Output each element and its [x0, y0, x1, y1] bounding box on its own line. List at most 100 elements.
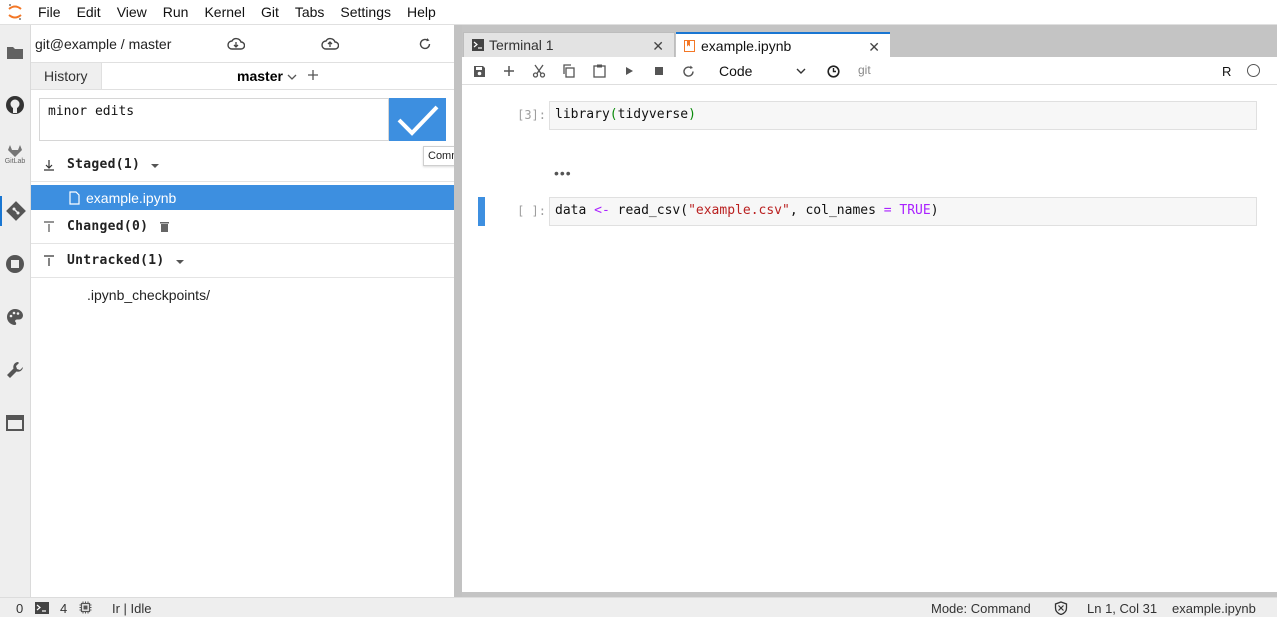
status-bar: 0 4 Ir | Idle Mode: Command Ln 1, Col 31…: [0, 597, 1277, 617]
repo-label[interactable]: git@example / master: [35, 36, 171, 52]
notebook-toolbar: Code git R: [462, 57, 1277, 85]
staged-label: Staged(1): [67, 157, 141, 172]
folder-icon[interactable]: [0, 37, 30, 67]
close-icon[interactable]: ✕: [868, 39, 880, 56]
commit-message-input[interactable]: minor edits: [39, 98, 389, 141]
panel-splitter[interactable]: [454, 25, 462, 597]
jupyter-logo-icon: [0, 0, 30, 25]
code-token: library: [555, 107, 610, 122]
changed-label: Changed(0): [67, 219, 149, 234]
kernel-status-icon: [1247, 64, 1260, 77]
menu-run[interactable]: Run: [155, 0, 197, 25]
new-branch-icon[interactable]: [307, 68, 319, 84]
chevron-down-icon[interactable]: [796, 63, 806, 78]
trusted-shield-icon[interactable]: [1054, 601, 1068, 618]
mode-indicator[interactable]: Mode: Command: [931, 601, 1031, 616]
staged-section-header[interactable]: Staged(1): [31, 148, 454, 182]
git-icon[interactable]: [0, 196, 30, 226]
github-icon[interactable]: [0, 90, 30, 120]
caret-down-icon[interactable]: [175, 257, 185, 265]
staged-file-row[interactable]: example.ipynb: [31, 185, 454, 210]
cursor-position[interactable]: Ln 1, Col 31: [1087, 601, 1157, 616]
branch-selector[interactable]: master: [102, 63, 454, 89]
git-diff-button[interactable]: git: [858, 63, 871, 77]
git-panel: git@example / master History master mino…: [31, 25, 471, 597]
add-cell-icon[interactable]: [500, 62, 518, 80]
code-token: ): [930, 203, 939, 218]
untracked-file-row[interactable]: .ipynb_checkpoints/: [87, 287, 210, 303]
changed-icon: [31, 220, 67, 233]
staged-icon: [31, 159, 67, 171]
status-count-a[interactable]: 0: [16, 601, 23, 616]
tab-terminal[interactable]: Terminal 1 ✕: [463, 32, 675, 57]
staged-file-name: example.ipynb: [86, 189, 177, 206]
wrench-icon[interactable]: [0, 355, 30, 385]
code-token: ): [688, 107, 696, 122]
gitlab-icon[interactable]: GitLab: [0, 140, 30, 170]
tab-terminal-label: Terminal 1: [489, 37, 554, 53]
cpu-icon[interactable]: [79, 601, 92, 617]
activity-bar: GitLab: [0, 25, 31, 597]
tabs-icon[interactable]: [0, 408, 30, 438]
menu-file[interactable]: File: [30, 0, 69, 25]
copy-icon[interactable]: [559, 62, 577, 80]
run-icon[interactable]: [620, 62, 638, 80]
status-count-b[interactable]: 4: [60, 601, 67, 616]
gitlab-label: GitLab: [4, 158, 26, 165]
menu-edit[interactable]: Edit: [69, 0, 109, 25]
cut-icon[interactable]: [530, 62, 548, 80]
code-cell-input[interactable]: library(tidyverse): [549, 101, 1257, 130]
kernel-status-text[interactable]: Ir | Idle: [112, 601, 152, 616]
paste-icon[interactable]: [590, 62, 608, 80]
status-file-name: example.ipynb: [1172, 601, 1256, 616]
changed-section-header[interactable]: Changed(0): [31, 210, 454, 244]
close-icon[interactable]: ✕: [652, 38, 664, 55]
collapsed-output[interactable]: •••: [554, 165, 572, 181]
code-token: data: [555, 203, 595, 218]
git-tab-row: History master: [31, 62, 454, 90]
menu-settings[interactable]: Settings: [332, 0, 399, 25]
history-tab[interactable]: History: [31, 63, 102, 89]
menu-view[interactable]: View: [109, 0, 155, 25]
trash-icon[interactable]: [160, 221, 170, 232]
untracked-icon: [31, 254, 67, 267]
caret-down-icon[interactable]: [150, 161, 160, 169]
code-cell-input[interactable]: data <- read_csv("example.csv", col_name…: [549, 197, 1257, 226]
code-token: TRUE: [899, 203, 931, 218]
cell-collapser[interactable]: [478, 197, 485, 226]
commit-row: minor edits: [39, 98, 446, 141]
menu-tabs[interactable]: Tabs: [287, 0, 333, 25]
code-token: , col_names: [789, 203, 884, 218]
notebook-icon: [684, 39, 695, 52]
code-token: tidyverse: [617, 107, 689, 122]
menu-kernel[interactable]: Kernel: [196, 0, 252, 25]
palette-icon[interactable]: [0, 302, 30, 332]
terminal-icon: [472, 39, 484, 51]
tab-notebook[interactable]: example.ipynb ✕: [676, 32, 890, 57]
stop-icon[interactable]: [650, 62, 668, 80]
code-token: "example.csv": [688, 203, 790, 218]
push-icon[interactable]: [321, 35, 339, 53]
cell-type-select[interactable]: Code: [719, 63, 752, 79]
clock-icon[interactable]: [824, 62, 842, 80]
branch-name: master: [237, 68, 283, 84]
running-icon[interactable]: [0, 249, 30, 279]
cell-prompt: [3]:: [517, 108, 546, 122]
chevron-down-icon: [287, 68, 297, 84]
pull-icon[interactable]: [227, 35, 245, 53]
code-token: (: [609, 107, 618, 122]
kernel-name[interactable]: R: [1222, 64, 1231, 79]
code-token: read_csv(: [609, 203, 689, 218]
commit-button[interactable]: [389, 98, 446, 141]
menu-bar: File Edit View Run Kernel Git Tabs Setti…: [0, 0, 1277, 25]
git-panel-header: git@example / master: [31, 25, 454, 62]
untracked-section-header[interactable]: Untracked(1): [31, 244, 454, 278]
save-icon[interactable]: [470, 62, 488, 80]
menu-git[interactable]: Git: [253, 0, 287, 25]
cell-prompt: [ ]:: [517, 204, 546, 218]
restart-icon[interactable]: [679, 62, 697, 80]
terminal-icon[interactable]: [35, 602, 49, 617]
file-icon: [69, 190, 80, 205]
refresh-icon[interactable]: [416, 35, 434, 53]
menu-help[interactable]: Help: [399, 0, 444, 25]
